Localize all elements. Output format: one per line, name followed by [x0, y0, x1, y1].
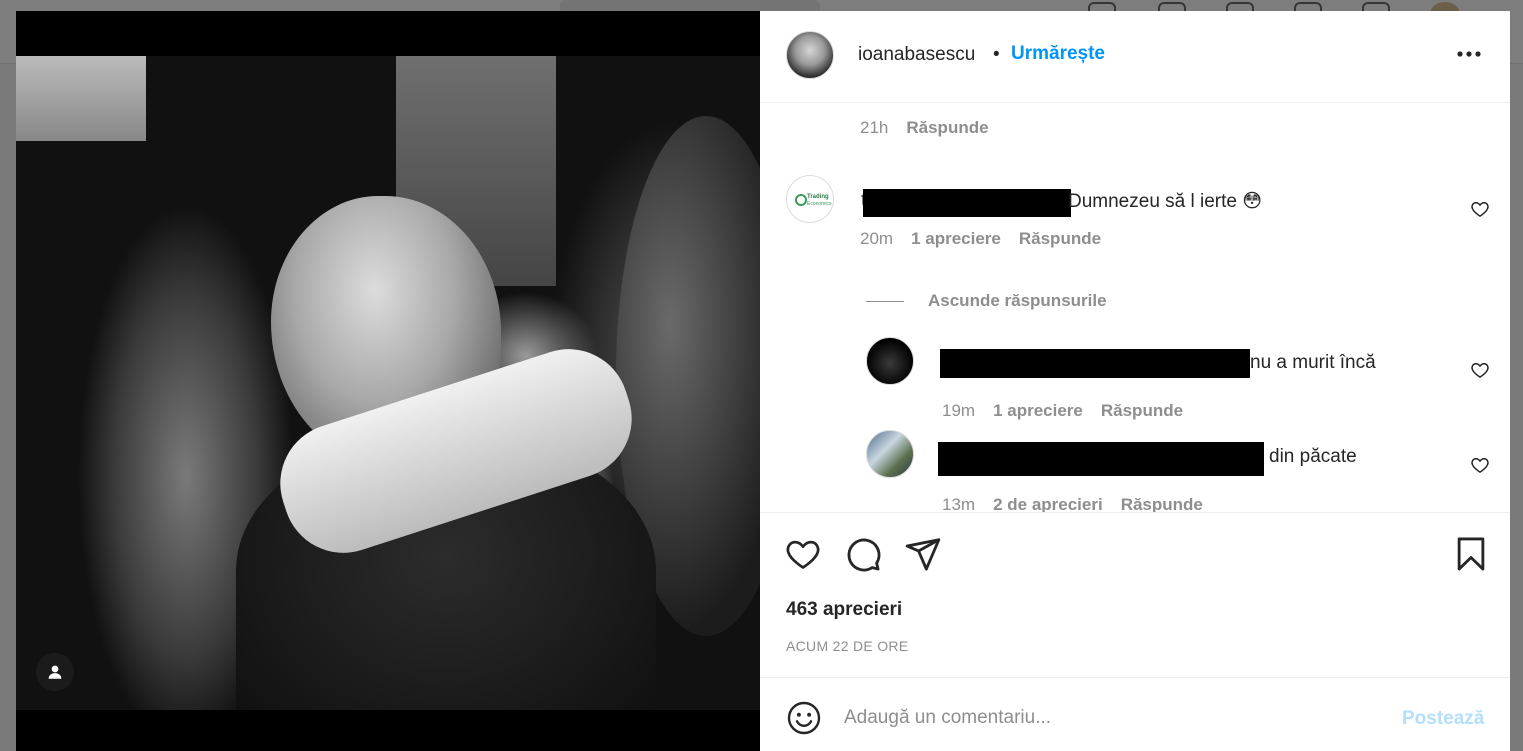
share-button[interactable]: [904, 535, 942, 573]
reply-button[interactable]: Răspunde: [906, 118, 988, 138]
reply-like-button[interactable]: [1470, 455, 1490, 475]
header-separator: •: [993, 44, 1000, 65]
trading-logo-icon: Trading Economics: [795, 194, 832, 207]
post-modal: ioanabasescu • Urmărește 21h Răspunde Tr…: [16, 11, 1510, 751]
reply-time[interactable]: 13m: [942, 495, 975, 512]
hide-replies-line: [866, 300, 904, 302]
comment-like-button[interactable]: [1470, 199, 1490, 219]
heart-icon: [1471, 202, 1489, 217]
hide-replies-button[interactable]: Ascunde răspunsurile: [866, 291, 1107, 311]
comment-text: Dumnezeu să l ierte 😳: [1068, 191, 1263, 212]
comment-time[interactable]: 20m: [860, 229, 893, 249]
save-button[interactable]: [1452, 535, 1490, 573]
comments-list[interactable]: 21h Răspunde Trading Economics t Dumneze…: [760, 104, 1510, 512]
post-photo[interactable]: [16, 56, 760, 710]
emoji-icon: [787, 701, 821, 735]
reply-text: din păcate: [1269, 446, 1357, 467]
reply-time[interactable]: 19m: [942, 401, 975, 421]
reply-meta: 19m 1 apreciere Răspunde: [942, 401, 1183, 421]
user-tag-button[interactable]: [36, 653, 74, 691]
post-actions: 463 aprecieri ACUM 22 DE ORE: [760, 512, 1510, 677]
reply-meta: 13m 2 de aprecieri Răspunde: [942, 495, 1203, 512]
hide-replies-label: Ascunde răspunsurile: [928, 291, 1107, 310]
reply-button[interactable]: Răspunde: [1121, 495, 1203, 512]
heart-icon: [786, 540, 820, 569]
heart-icon: [1471, 363, 1489, 378]
user-tag-icon: [48, 665, 62, 679]
comment-icon: [847, 538, 881, 572]
author-avatar[interactable]: [786, 31, 834, 79]
commenter-avatar[interactable]: Trading Economics: [786, 175, 834, 223]
like-button[interactable]: [784, 535, 822, 573]
reply-like-button[interactable]: [1470, 360, 1490, 380]
post-header: ioanabasescu • Urmărește: [760, 11, 1510, 103]
comment-meta: 20m 1 apreciere Răspunde: [860, 229, 1101, 249]
svg-text:Economics: Economics: [807, 201, 832, 207]
reply-text: nu a murit încă: [1250, 352, 1376, 373]
send-icon: [905, 538, 941, 571]
photo-window: [16, 56, 146, 141]
comment-meta: 21h Răspunde: [860, 118, 989, 138]
post-side-panel: ioanabasescu • Urmărește 21h Răspunde Tr…: [760, 11, 1510, 751]
bookmark-icon: [1457, 537, 1485, 571]
comment-button[interactable]: [844, 535, 882, 573]
reply-button[interactable]: Răspunde: [1101, 401, 1183, 421]
emoji-button[interactable]: [786, 700, 822, 736]
reply-likes[interactable]: 2 de aprecieri: [993, 495, 1103, 512]
redacted-username: [863, 189, 1071, 217]
reply-avatar[interactable]: [866, 430, 914, 478]
svg-text:Trading: Trading: [807, 194, 829, 200]
author-username[interactable]: ioanabasescu: [858, 44, 975, 66]
add-comment-bar: Postează: [760, 677, 1510, 751]
redacted-username: [940, 349, 1250, 378]
follow-button[interactable]: Urmărește: [1011, 43, 1105, 65]
comment-time[interactable]: 21h: [860, 118, 888, 138]
post-comment-button[interactable]: Postează: [1402, 708, 1484, 730]
likes-count[interactable]: 463 aprecieri: [786, 599, 902, 621]
comment-input[interactable]: [844, 702, 1364, 734]
post-timestamp[interactable]: ACUM 22 DE ORE: [786, 638, 908, 654]
more-options-icon: [1457, 51, 1481, 57]
reply-likes[interactable]: 1 apreciere: [993, 401, 1083, 421]
redacted-username: [938, 442, 1264, 476]
more-options-button[interactable]: [1454, 39, 1484, 69]
reply-avatar[interactable]: [866, 337, 914, 385]
heart-icon: [1471, 458, 1489, 473]
reply-button[interactable]: Răspunde: [1019, 229, 1101, 249]
comment-likes[interactable]: 1 apreciere: [911, 229, 1001, 249]
